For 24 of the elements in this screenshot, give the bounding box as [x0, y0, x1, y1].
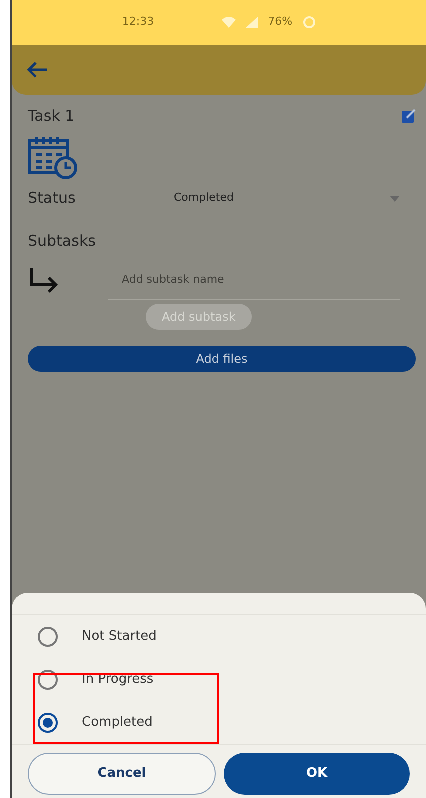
clock-text: 12:33 — [122, 14, 154, 30]
option-label: Not Started — [82, 628, 157, 646]
battery-ring-icon — [302, 16, 316, 29]
radio-button[interactable] — [38, 626, 58, 646]
back-arrow-icon[interactable] — [26, 61, 48, 79]
radio-button[interactable] — [38, 670, 58, 690]
subtasks-label: Subtasks — [28, 230, 97, 252]
task-title: Task 1 — [28, 106, 75, 127]
signal-icon — [246, 17, 258, 28]
calendar-clock-icon — [28, 136, 78, 180]
status-dropdown[interactable]: Completed — [174, 190, 416, 207]
option-label: Completed — [82, 714, 153, 732]
status-label: Status — [28, 188, 77, 210]
subtask-arrow-icon — [28, 267, 60, 293]
status-value: Completed — [174, 190, 234, 206]
dropdown-caret-icon — [390, 196, 400, 202]
cancel-button[interactable]: Cancel — [28, 753, 216, 795]
wifi-icon — [222, 17, 236, 28]
subtask-name-field[interactable]: Add subtask name — [108, 260, 400, 300]
ok-button[interactable]: OK — [224, 753, 410, 795]
edit-icon[interactable] — [402, 109, 416, 124]
battery-text: 76% — [268, 14, 293, 30]
add-files-button[interactable]: Add files — [28, 346, 416, 372]
radio-button[interactable] — [38, 712, 58, 732]
